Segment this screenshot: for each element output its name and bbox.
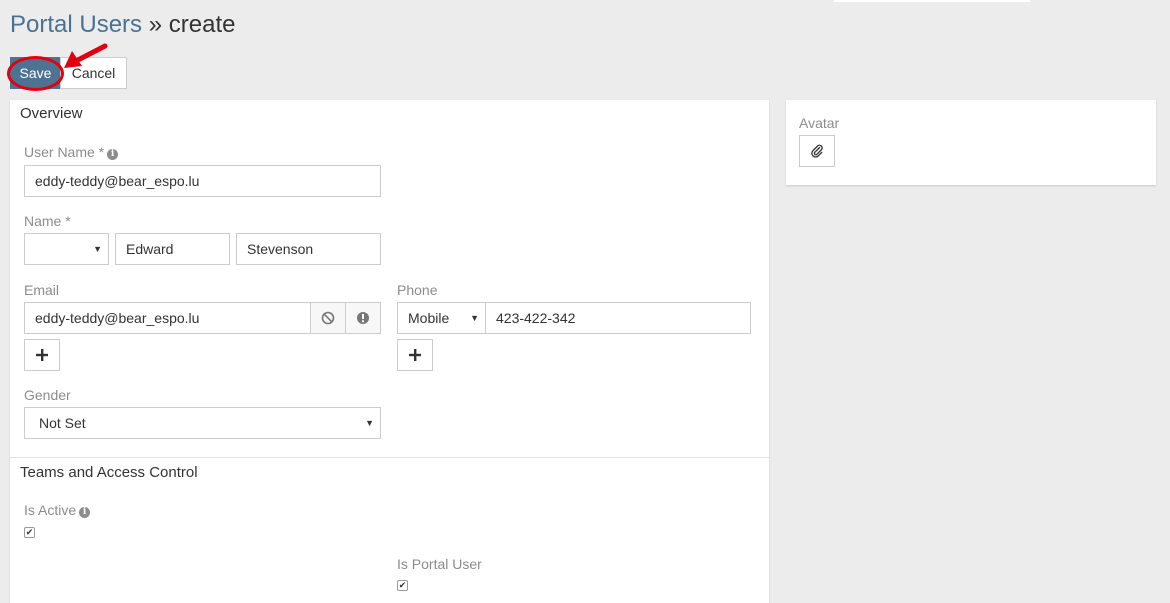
plus-icon <box>36 349 48 361</box>
plus-icon <box>409 349 421 361</box>
page-title: create <box>168 11 236 38</box>
add-email-button[interactable] <box>24 339 60 371</box>
info-icon[interactable]: i <box>79 507 91 518</box>
user-name-input[interactable]: eddy-teddy@bear_espo.lu <box>24 165 381 197</box>
first-name-input[interactable]: Edward <box>115 233 230 265</box>
breadcrumb-separator: » <box>148 11 163 38</box>
phone-number-input[interactable]: 423-422-342 <box>485 302 751 334</box>
access-section-title: Teams and Access Control <box>20 464 198 481</box>
phone-type-select[interactable]: Mobile ▼ <box>397 302 486 334</box>
is-portal-user-label: Is Portal User <box>397 556 482 572</box>
save-button[interactable]: Save <box>10 57 61 89</box>
attach-avatar-button[interactable] <box>799 135 835 167</box>
paperclip-icon <box>811 144 823 158</box>
breadcrumb: Portal Users » create <box>10 9 235 41</box>
exclamation-circle-icon <box>357 312 369 324</box>
info-icon[interactable]: i <box>107 149 119 160</box>
gender-label: Gender <box>24 387 71 403</box>
caret-down-icon: ▼ <box>365 418 374 428</box>
overview-section-title: Overview <box>20 105 83 122</box>
user-name-label: User Name * i <box>24 144 119 160</box>
opt-out-button[interactable] <box>310 303 345 333</box>
email-input[interactable]: eddy-teddy@bear_espo.lu <box>24 302 381 334</box>
caret-down-icon: ▼ <box>470 313 479 323</box>
is-active-checkbox[interactable]: ✔ <box>24 527 35 538</box>
cancel-button[interactable]: Cancel <box>60 57 127 89</box>
invalid-button[interactable] <box>345 303 380 333</box>
is-active-label: Is Active i <box>24 502 91 518</box>
breadcrumb-portal-users-link[interactable]: Portal Users <box>10 11 142 38</box>
caret-down-icon: ▼ <box>93 244 102 254</box>
add-phone-button[interactable] <box>397 339 433 371</box>
ban-icon <box>321 311 335 325</box>
salutation-select[interactable]: ▼ <box>24 233 109 265</box>
phone-label: Phone <box>397 282 438 298</box>
name-label: Name * <box>24 213 71 229</box>
avatar-label: Avatar <box>799 115 840 131</box>
is-portal-user-checkbox[interactable]: ✔ <box>397 580 408 591</box>
last-name-input[interactable]: Stevenson <box>236 233 381 265</box>
record-panel: Overview User Name * i eddy-teddy@bear_es… <box>10 100 769 603</box>
gender-select[interactable]: Not Set ▼ <box>24 407 381 439</box>
email-label: Email <box>24 282 60 298</box>
top-strip <box>834 0 1030 2</box>
section-divider <box>10 457 769 458</box>
side-panel: Avatar <box>786 100 1156 185</box>
